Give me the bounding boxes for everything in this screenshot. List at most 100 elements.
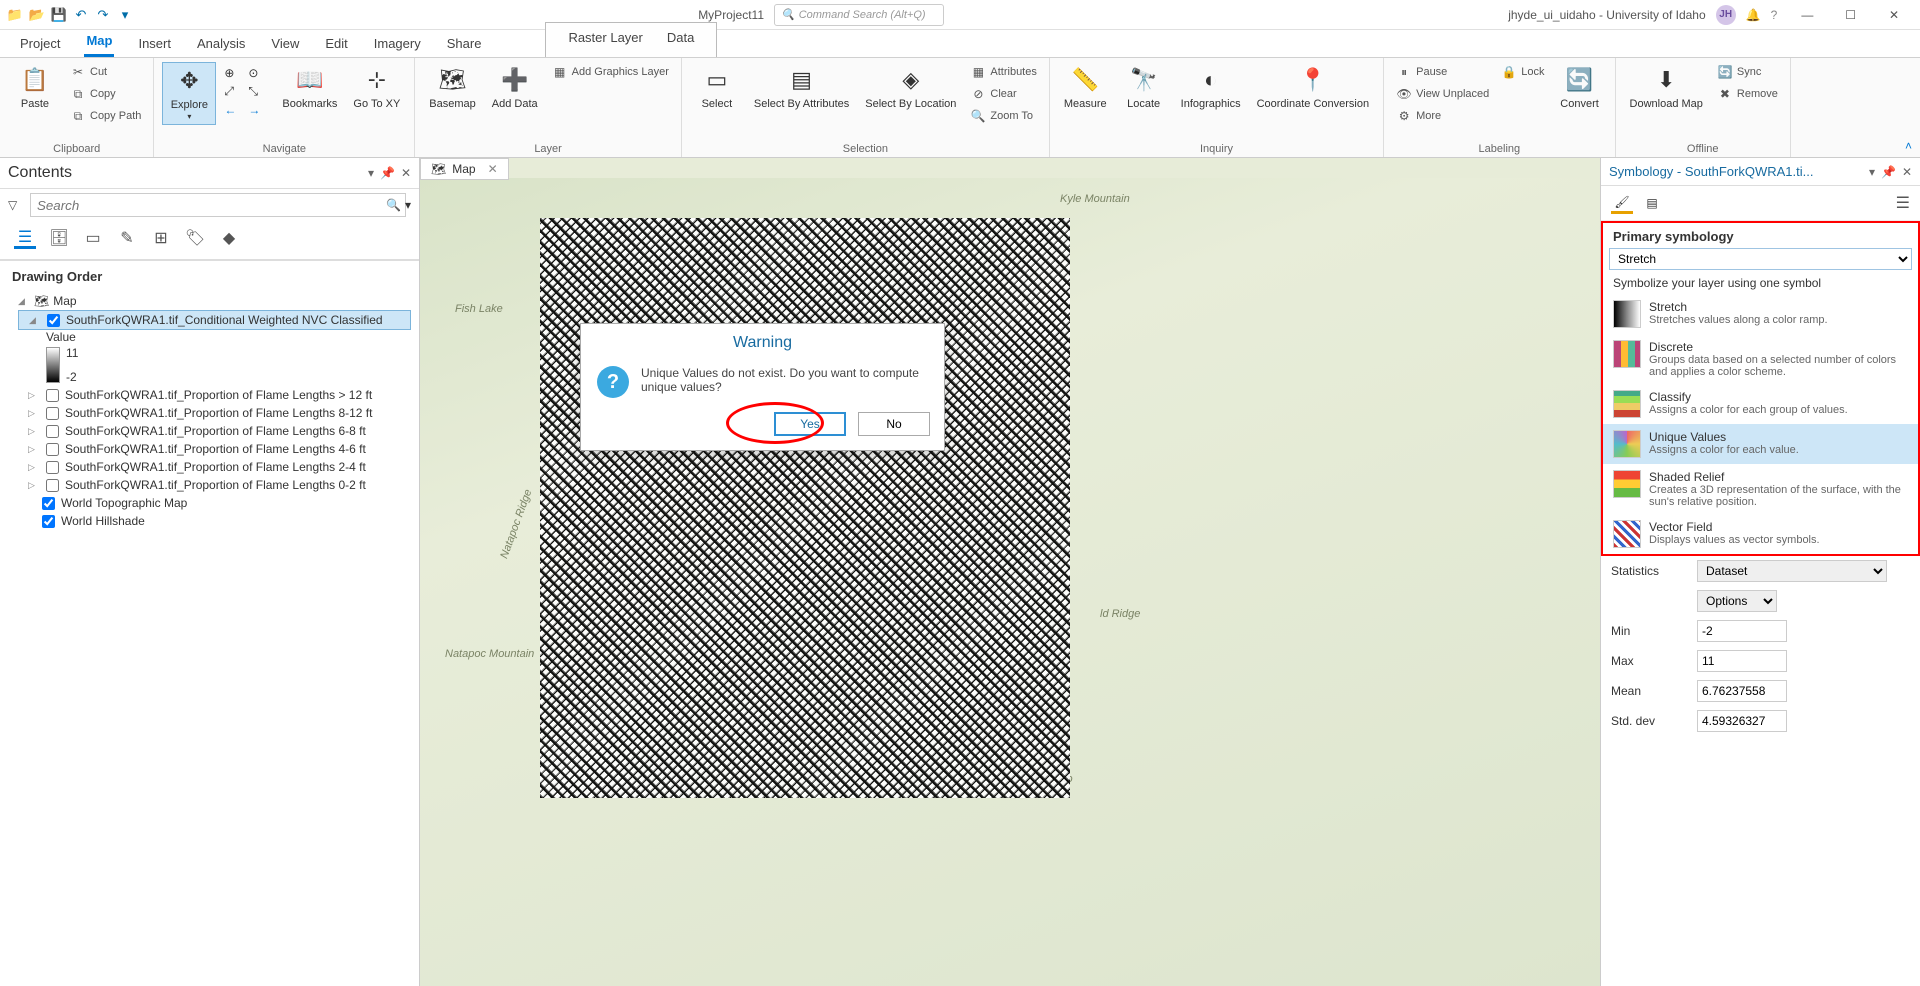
dropdown-icon[interactable]: ▾ (1869, 165, 1875, 179)
options-select[interactable]: Options (1697, 590, 1777, 612)
list-by-perf-icon[interactable]: ◆ (218, 227, 240, 249)
list-by-labeling-icon[interactable]: 🏷 (184, 227, 206, 249)
pin-icon[interactable]: 📌 (1881, 165, 1896, 179)
expand-icon[interactable]: ▷ (28, 480, 40, 491)
tab-view[interactable]: View (269, 32, 301, 57)
lock-labels-button[interactable]: 🔒Lock (1497, 62, 1548, 82)
layer-item[interactable]: ▷SouthForkQWRA1.tif_Proportion of Flame … (18, 404, 411, 422)
qat-dropdown-icon[interactable]: ▾ (116, 6, 134, 24)
measure-button[interactable]: 📏Measure (1058, 62, 1113, 113)
map-node[interactable]: ◢ 🗺 Map (8, 292, 411, 310)
bookmarks-button[interactable]: 📖 Bookmarks (276, 62, 343, 113)
open-project-icon[interactable]: 📂 (28, 6, 46, 24)
close-icon[interactable]: ✕ (1874, 1, 1914, 29)
sym-option-unique[interactable]: Unique ValuesAssigns a color for each va… (1603, 424, 1918, 464)
tab-insert[interactable]: Insert (136, 32, 173, 57)
mask-tab-icon[interactable]: ▤ (1641, 192, 1663, 214)
nav-icon2[interactable]: ⊙ (248, 66, 268, 80)
sym-option-vector[interactable]: Vector FieldDisplays values as vector sy… (1603, 514, 1918, 554)
pin-icon[interactable]: 📌 (380, 166, 395, 180)
layer-item[interactable]: ▷SouthForkQWRA1.tif_Proportion of Flame … (18, 422, 411, 440)
layer-item[interactable]: ▷SouthForkQWRA1.tif_Proportion of Flame … (18, 386, 411, 404)
list-by-source-icon[interactable]: 🗄 (48, 227, 70, 249)
coord-conv-button[interactable]: 📍Coordinate Conversion (1251, 62, 1376, 113)
symbology-type-select[interactable]: Stretch (1609, 248, 1912, 270)
notifications-icon[interactable]: 🔔 (1746, 8, 1761, 22)
tab-analysis[interactable]: Analysis (195, 32, 247, 57)
copy-path-button[interactable]: ⧉Copy Path (66, 106, 145, 126)
undo-icon[interactable]: ↶ (72, 6, 90, 24)
nav-icon3[interactable]: ⤢ (224, 84, 244, 99)
expand-icon[interactable]: ◢ (18, 296, 30, 307)
layer-item[interactable]: ▷SouthForkQWRA1.tif_Proportion of Flame … (18, 476, 411, 494)
sym-option-classify[interactable]: ClassifyAssigns a color for each group o… (1603, 384, 1918, 424)
expand-icon[interactable]: ▷ (28, 444, 40, 455)
maximize-icon[interactable]: ☐ (1831, 1, 1871, 29)
layer-checkbox[interactable] (46, 407, 59, 420)
layer-selected[interactable]: ◢ SouthForkQWRA1.tif_Conditional Weighte… (18, 310, 411, 330)
paste-button[interactable]: 📋 Paste (8, 62, 62, 113)
nav-prev-icon[interactable]: ← (224, 103, 244, 117)
mean-input[interactable] (1697, 680, 1787, 702)
layer-checkbox[interactable] (46, 389, 59, 402)
primary-sym-tab-icon[interactable]: 🖌 (1611, 192, 1633, 214)
tab-data[interactable]: Data (665, 26, 696, 51)
tab-raster-layer[interactable]: Raster Layer (566, 26, 644, 51)
locate-button[interactable]: 🔭Locate (1117, 62, 1171, 113)
expand-icon[interactable]: ◢ (29, 315, 41, 326)
clear-sel-button[interactable]: ⊘Clear (966, 84, 1040, 104)
remove-button[interactable]: ✖Remove (1713, 84, 1782, 104)
sym-option-shaded[interactable]: Shaded ReliefCreates a 3D representation… (1603, 464, 1918, 514)
basemap-button[interactable]: 🗺 Basemap (423, 62, 481, 113)
basemap-item[interactable]: World Topographic Map (30, 494, 411, 512)
zoom-to-button[interactable]: 🔍Zoom To (966, 106, 1040, 126)
sync-button[interactable]: 🔄Sync (1713, 62, 1782, 82)
user-avatar[interactable]: JH (1716, 5, 1736, 25)
nav-next-icon[interactable]: → (248, 103, 268, 117)
search-dropdown-icon[interactable]: ▾ (405, 198, 411, 212)
add-graphics-button[interactable]: ▦Add Graphics Layer (548, 62, 673, 82)
hamburger-icon[interactable]: ☰ (1896, 193, 1910, 213)
close-pane-icon[interactable]: ✕ (1902, 165, 1912, 179)
max-input[interactable] (1697, 650, 1787, 672)
select-by-loc-button[interactable]: ◈Select By Location (859, 62, 962, 113)
layer-item[interactable]: ▷SouthForkQWRA1.tif_Proportion of Flame … (18, 458, 411, 476)
explore-button[interactable]: ✥ Explore ▾ (162, 62, 216, 125)
list-by-editing-icon[interactable]: ✎ (116, 227, 138, 249)
attributes-button[interactable]: ▦Attributes (966, 62, 1040, 82)
cut-button[interactable]: ✂Cut (66, 62, 145, 82)
map-tab[interactable]: 🗺 Map ✕ (420, 158, 509, 180)
layer-checkbox[interactable] (42, 497, 55, 510)
sym-option-stretch[interactable]: StretchStretches values along a color ra… (1603, 294, 1918, 334)
no-button[interactable]: No (858, 412, 930, 436)
map-view[interactable]: 🗺 Map ✕ Fish Lake Natapoc Mountain Natap… (420, 158, 1600, 986)
contents-search-input[interactable] (30, 193, 406, 217)
tab-edit[interactable]: Edit (323, 32, 349, 57)
list-by-drawing-icon[interactable]: ☰ (14, 227, 36, 249)
min-input[interactable] (1697, 620, 1787, 642)
layer-checkbox[interactable] (46, 479, 59, 492)
help-icon[interactable]: ? (1771, 8, 1778, 22)
dropdown-icon[interactable]: ▾ (368, 166, 374, 180)
redo-icon[interactable]: ↷ (94, 6, 112, 24)
view-unplaced-button[interactable]: 👁View Unplaced (1392, 84, 1493, 104)
minimize-icon[interactable]: — (1787, 1, 1827, 29)
nav-icon4[interactable]: ⤡ (248, 84, 268, 99)
list-by-snapping-icon[interactable]: ⊞ (150, 227, 172, 249)
infographics-button[interactable]: ◐Infographics (1175, 62, 1247, 113)
std-input[interactable] (1697, 710, 1787, 732)
basemap-item[interactable]: World Hillshade (30, 512, 411, 530)
expand-icon[interactable]: ▷ (28, 390, 40, 401)
select-by-attr-button[interactable]: ▤Select By Attributes (748, 62, 855, 113)
tab-project[interactable]: Project (18, 32, 62, 57)
tab-share[interactable]: Share (445, 32, 484, 57)
new-project-icon[interactable]: 📁 (6, 6, 24, 24)
select-button[interactable]: ▭Select (690, 62, 744, 113)
layer-checkbox[interactable] (46, 425, 59, 438)
command-search[interactable]: 🔍 Command Search (Alt+Q) (774, 4, 944, 26)
tab-imagery[interactable]: Imagery (372, 32, 423, 57)
layer-checkbox[interactable] (46, 461, 59, 474)
add-data-button[interactable]: ➕ Add Data (486, 62, 544, 113)
layer-item[interactable]: ▷SouthForkQWRA1.tif_Proportion of Flame … (18, 440, 411, 458)
search-icon-toc[interactable]: 🔍 (386, 198, 401, 212)
